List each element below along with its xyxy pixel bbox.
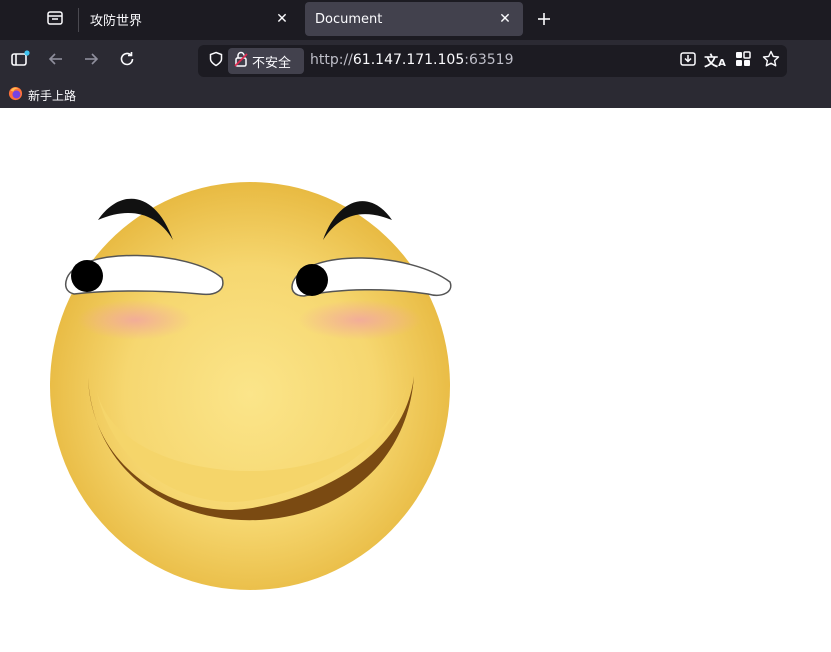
url-host: 61.147.171.105	[352, 52, 465, 68]
sidebar-button[interactable]	[6, 47, 34, 75]
plus-icon	[536, 8, 552, 32]
translate-icon: 文A	[704, 54, 726, 70]
bookmark-item[interactable]: 新手上路	[8, 85, 76, 105]
tab-list-button[interactable]	[38, 6, 72, 34]
tab-title: Document	[315, 11, 383, 27]
bookmark-label: 新手上路	[28, 88, 77, 103]
back-arrow-icon	[47, 50, 65, 72]
extensions-button[interactable]	[731, 49, 755, 73]
insecure-lock-icon	[234, 51, 248, 71]
save-to-pocket-button[interactable]	[676, 49, 700, 73]
left-blush	[77, 300, 193, 340]
smiley-face-image	[50, 182, 452, 590]
extensions-icon	[734, 50, 752, 72]
close-icon[interactable]: ✕	[493, 7, 517, 31]
tab-separator	[78, 8, 79, 32]
right-pupil	[296, 264, 328, 296]
tab-title: 攻防世界	[90, 13, 143, 29]
bookmark-page-button[interactable]	[759, 49, 783, 73]
forward-button[interactable]	[77, 47, 105, 75]
bookmarks-toolbar: 新手上路	[0, 82, 831, 108]
tracking-protection-button[interactable]	[204, 49, 228, 73]
left-pupil	[71, 260, 103, 292]
address-bar[interactable]: 不安全 http://61.147.171.105:63519 文A	[198, 45, 787, 77]
star-icon	[762, 50, 780, 72]
save-to-pocket-icon	[679, 50, 697, 72]
navigation-toolbar: 不安全 http://61.147.171.105:63519 文A	[0, 40, 831, 82]
new-tab-button[interactable]	[530, 6, 558, 34]
url-text[interactable]: http://61.147.171.105:63519	[310, 52, 514, 68]
tab-list-icon	[46, 9, 64, 31]
sidebar-icon	[10, 50, 30, 72]
tab-gongfang[interactable]: 攻防世界 ✕	[80, 2, 300, 36]
firefox-icon	[8, 86, 23, 104]
forward-arrow-icon	[82, 50, 100, 72]
not-secure-label: 不安全	[252, 55, 292, 71]
right-blush	[298, 300, 422, 340]
page-content	[0, 108, 831, 652]
site-security-button[interactable]: 不安全	[228, 48, 304, 74]
shield-icon	[208, 51, 224, 71]
face-circle	[50, 182, 450, 590]
tab-strip: 攻防世界 ✕ Document ✕	[0, 0, 831, 40]
reload-icon	[118, 50, 136, 72]
back-button[interactable]	[42, 47, 70, 75]
url-port: :63519	[464, 52, 514, 68]
reload-button[interactable]	[113, 47, 141, 75]
translate-button[interactable]: 文A	[703, 49, 727, 73]
url-scheme: http://	[310, 52, 353, 68]
browser-chrome: 攻防世界 ✕ Document ✕ 不安全 http://61.147.171.…	[0, 0, 831, 108]
tab-document[interactable]: Document ✕	[305, 2, 523, 36]
close-icon[interactable]: ✕	[270, 7, 294, 31]
